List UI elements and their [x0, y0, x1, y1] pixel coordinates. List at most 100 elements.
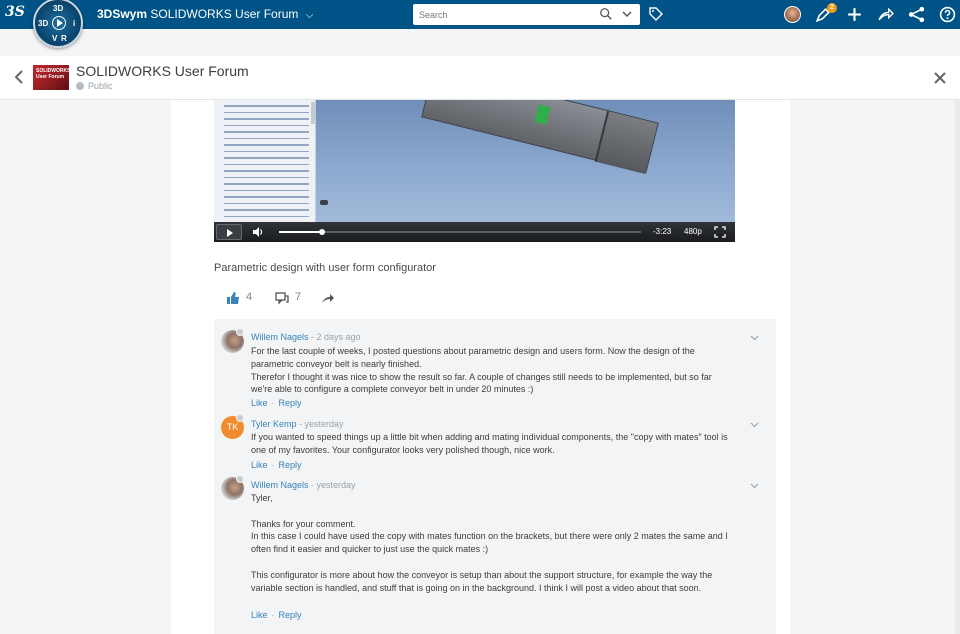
- chevron-down-icon[interactable]: ⌵: [306, 10, 314, 21]
- presence-dot: [236, 414, 244, 422]
- comment-line: Thanks for your comment.: [251, 518, 356, 529]
- video-model-part: [320, 200, 328, 205]
- compass-bottom-right: R: [61, 34, 67, 43]
- 3ds-logo[interactable]: 3S: [5, 4, 25, 20]
- like-link[interactable]: Like: [251, 398, 268, 408]
- back-arrow-icon[interactable]: [12, 68, 26, 86]
- like-link[interactable]: Like: [251, 610, 268, 620]
- like-count: 4: [246, 291, 253, 303]
- reply-link[interactable]: Reply: [279, 460, 302, 470]
- comment-icon[interactable]: [275, 291, 289, 305]
- plus-icon[interactable]: [846, 6, 863, 23]
- comment-author[interactable]: Willem Nagels: [251, 480, 309, 490]
- comment-body: For the last couple of weeks, I posted q…: [251, 345, 751, 396]
- visibility-text: Public: [88, 81, 113, 91]
- comment-actions: Like · Reply: [251, 460, 302, 470]
- tag-icon[interactable]: [648, 6, 664, 22]
- avatar[interactable]: [221, 475, 244, 500]
- search-input[interactable]: [419, 7, 589, 22]
- community-header: SOLIDWORKS User Forum SOLIDWORKS User Fo…: [0, 56, 960, 100]
- comment-body: Tyler, Thanks for your comment. In this …: [251, 492, 751, 594]
- comments-section: Willem Nagels - 2 days ago For the last …: [214, 319, 776, 634]
- play-icon[interactable]: [52, 16, 66, 30]
- chevron-down-icon[interactable]: [750, 483, 759, 489]
- comment-line: This configurator is more about how the …: [251, 569, 713, 580]
- compass-left: 3D: [38, 19, 49, 28]
- globe-icon: [76, 82, 84, 90]
- comment-time: - yesterday: [308, 480, 356, 490]
- video-controls: -3:23 480p: [214, 222, 735, 242]
- avatar[interactable]: TK: [221, 414, 244, 439]
- top-bar: 3S 3DSwym SOLIDWORKS User Forum ⌵ 2: [0, 0, 960, 29]
- comment-time: - 2 days ago: [308, 332, 361, 342]
- share-arrow-icon[interactable]: [321, 291, 335, 305]
- comment-header: Willem Nagels - 2 days ago: [251, 332, 361, 342]
- avatar-initials: TK: [226, 422, 239, 432]
- comment-actions: Like · Reply: [251, 398, 302, 408]
- video-time: -3:23: [653, 227, 672, 236]
- post-caption: Parametric design with user form configu…: [214, 262, 436, 274]
- visibility-label: Public: [76, 81, 113, 91]
- compass-icon[interactable]: 3D 3D i V R: [33, 0, 83, 48]
- video-progress-knob[interactable]: [319, 229, 326, 235]
- video-progress-bar[interactable]: [279, 229, 641, 235]
- video-player[interactable]: -3:23 480p: [214, 100, 735, 242]
- chevron-down-icon[interactable]: [750, 335, 759, 341]
- video-feature-tree: [214, 100, 316, 225]
- comment-line: In this case I could have used the copy …: [251, 531, 728, 542]
- presence-dot: [236, 328, 244, 336]
- comment-header: Tyler Kemp - yesterday: [251, 419, 344, 429]
- comment-line: often find it easier and quicker to just…: [251, 544, 489, 555]
- page-scrollbar[interactable]: [955, 100, 960, 634]
- presence-dot: [236, 475, 244, 483]
- compass-right: i: [73, 19, 76, 28]
- comment-line: Tyler,: [251, 493, 273, 503]
- share-arrow-icon[interactable]: [877, 6, 894, 23]
- comment-actions: Like · Reply: [251, 610, 302, 620]
- reply-link[interactable]: Reply: [279, 398, 302, 408]
- video-conveyor-model: [421, 100, 659, 175]
- like-link[interactable]: Like: [251, 460, 268, 470]
- comment-line: variable section is handled, and stuff t…: [251, 582, 702, 593]
- video-progress-fill: [279, 231, 323, 233]
- app-brand[interactable]: 3DSwym SOLIDWORKS User Forum ⌵: [97, 7, 313, 21]
- comment-line: If you wanted to speed things up a littl…: [251, 432, 728, 442]
- comment-line: For the last couple of weeks, I posted q…: [251, 346, 695, 356]
- comment-count: 7: [295, 291, 302, 303]
- reply-link[interactable]: Reply: [279, 610, 302, 620]
- community-thumbnail[interactable]: SOLIDWORKS User Forum: [33, 65, 70, 90]
- comment-line: parametric conveyor belt is nearly finis…: [251, 358, 422, 369]
- comment-body: If you wanted to speed things up a littl…: [251, 431, 751, 457]
- search-icon[interactable]: [599, 7, 613, 21]
- video-tree-scrollbar: [311, 102, 315, 124]
- community-name: SOLIDWORKS User Forum: [150, 7, 299, 21]
- compass-top: 3D: [53, 4, 64, 13]
- chevron-down-icon[interactable]: [621, 9, 633, 19]
- video-quality[interactable]: 480p: [684, 227, 702, 236]
- thumbs-up-icon[interactable]: [226, 291, 240, 305]
- comment-line: [251, 505, 751, 518]
- notification-badge: 2: [827, 3, 837, 13]
- volume-icon[interactable]: [252, 226, 264, 238]
- search-box[interactable]: [413, 4, 640, 25]
- comment-author[interactable]: Tyler Kemp: [251, 419, 297, 429]
- comment-time: - yesterday: [296, 419, 344, 429]
- comment-author[interactable]: Willem Nagels: [251, 332, 309, 342]
- chevron-down-icon[interactable]: [750, 422, 759, 428]
- comment-line: one of my favorites. Your configurator l…: [251, 444, 555, 455]
- video-play-button[interactable]: [216, 224, 242, 240]
- help-icon[interactable]: [939, 6, 956, 23]
- share-network-icon[interactable]: [908, 6, 925, 23]
- avatar[interactable]: [221, 328, 244, 353]
- page-title[interactable]: SOLIDWORKS User Forum: [76, 63, 249, 79]
- fullscreen-icon[interactable]: [714, 226, 726, 238]
- comment-header: Willem Nagels - yesterday: [251, 480, 356, 490]
- user-avatar[interactable]: [784, 6, 801, 23]
- comment-line: Therefor I thought it was nice to show t…: [251, 371, 712, 382]
- close-icon[interactable]: [932, 70, 948, 86]
- comment-line: we're able to configure a complete conve…: [251, 384, 534, 395]
- compass-bottom-left: V: [52, 34, 58, 43]
- post-content: -3:23 480p Parametric design with user f…: [171, 100, 790, 634]
- app-name: 3DSwym: [97, 7, 148, 21]
- comment-line: [251, 556, 751, 569]
